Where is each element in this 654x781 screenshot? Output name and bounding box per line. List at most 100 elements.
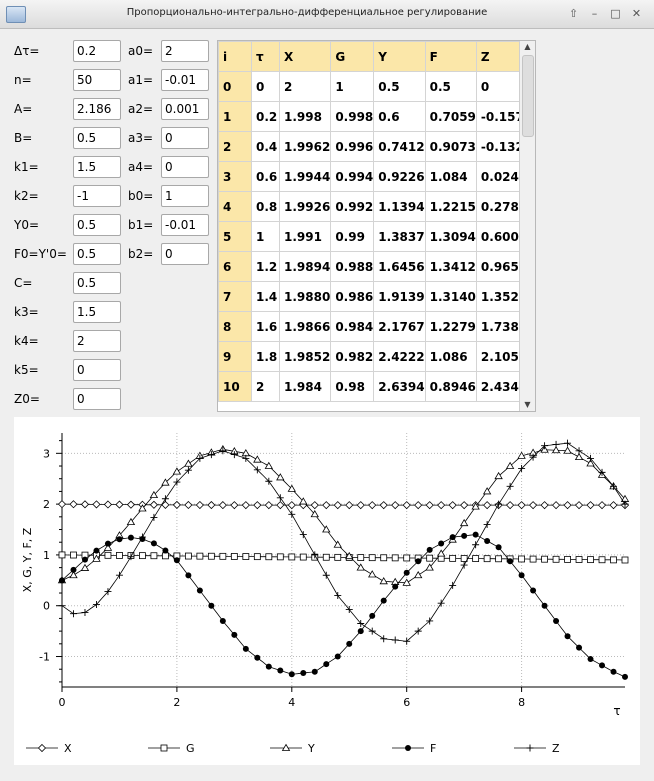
params_right-input[interactable]: 1 [161,185,209,207]
table-cell[interactable]: 0.4 [251,131,280,162]
table-cell[interactable]: 1.9880 [278,281,332,312]
column-header[interactable]: F [424,41,477,72]
table-cell[interactable]: 0.986 [330,281,375,312]
scroll-up-icon[interactable]: ▲ [520,41,535,53]
params_left-input[interactable]: 0 [73,388,121,410]
table-cell[interactable]: 1.3412 [424,251,477,282]
table-scrollbar[interactable]: ▲ ▼ [519,41,535,411]
table-cell[interactable]: 1.1394 [373,191,426,222]
table-cell[interactable]: 1.3140 [424,281,477,312]
table-cell[interactable]: 0.9226 [373,161,426,192]
table-cell[interactable]: 0.2 [251,101,280,132]
table-cell[interactable]: 1.9139 [373,281,426,312]
params_left-input[interactable]: 0.5 [73,214,121,236]
table-cell[interactable]: 1.8 [251,341,280,372]
params_right-input[interactable]: 0 [161,156,209,178]
table-cell[interactable]: 1.2279 [424,311,477,342]
row-index-cell[interactable]: 3 [218,161,252,192]
table-cell[interactable]: 1.2 [251,251,280,282]
table-cell[interactable]: 1 [251,221,280,252]
row-index-cell[interactable]: 2 [218,131,252,162]
params_left-input[interactable]: 50 [73,69,121,91]
params_left-input[interactable]: 1.5 [73,156,121,178]
table-cell[interactable]: 1.3094 [424,221,477,252]
column-header[interactable]: τ [251,41,280,72]
table-cell[interactable]: 0.7059 [424,101,477,132]
params_left-input[interactable]: 0.2 [73,40,121,62]
close-button[interactable]: ✕ [629,6,644,21]
minimize-button[interactable]: – [587,6,602,21]
table-cell[interactable]: 0.8 [251,191,280,222]
table-cell[interactable]: 1.9894 [278,251,332,282]
table-cell[interactable]: 1.9944 [278,161,332,192]
table-cell[interactable]: 1.9866 [278,311,332,342]
params_left-input[interactable]: 0.5 [73,127,121,149]
table-cell[interactable]: 0.984 [330,311,375,342]
table-cell[interactable]: 0.982 [330,341,375,372]
table-cell[interactable]: 1.991 [278,221,332,252]
params_left-input[interactable]: 0 [73,359,121,381]
params_left-input[interactable]: 2 [73,330,121,352]
table-cell[interactable]: 1.9962 [278,131,332,162]
params_right-input[interactable]: 2 [161,40,209,62]
params_right-input[interactable]: -0.01 [161,214,209,236]
table-cell[interactable]: 0.8946 [424,371,477,402]
table-cell[interactable]: 1.3837 [373,221,426,252]
table-cell[interactable]: 0.99 [330,221,375,252]
table-cell[interactable]: 1.6 [251,311,280,342]
row-index-cell[interactable]: 5 [218,221,252,252]
row-index-cell[interactable]: 9 [218,341,252,372]
table-cell[interactable]: 0.6 [251,161,280,192]
table-cell[interactable]: 1.4 [251,281,280,312]
scrollbar-thumb[interactable] [522,55,534,137]
maximize-button[interactable]: □ [608,6,623,21]
table-cell[interactable]: 2 [251,371,280,402]
table-cell[interactable]: 0.9073 [424,131,477,162]
table-cell[interactable]: 1.2215 [424,191,477,222]
params_right-input[interactable]: 0 [161,243,209,265]
params_left-input[interactable]: 0.5 [73,272,121,294]
column-header[interactable]: i [218,41,252,72]
table-cell[interactable]: 1.9852 [278,341,332,372]
table-cell[interactable]: 0.992 [330,191,375,222]
params_left-input[interactable]: 2.186 [73,98,121,120]
params_right-input[interactable]: -0.01 [161,69,209,91]
table-cell[interactable]: 1.6456 [373,251,426,282]
table-cell[interactable]: 0.996 [330,131,375,162]
table-cell[interactable]: 1.086 [424,341,477,372]
row-index-cell[interactable]: 6 [218,251,252,282]
table-cell[interactable]: 0.994 [330,161,375,192]
table-cell[interactable]: 0.988 [330,251,375,282]
params_right-input[interactable]: 0.001 [161,98,209,120]
column-header[interactable]: X [278,41,332,72]
table-cell[interactable]: 0.5 [373,71,426,102]
table-cell[interactable]: 2.1767 [373,311,426,342]
table-cell[interactable]: 2 [278,71,332,102]
column-header[interactable]: G [330,41,375,72]
table-cell[interactable]: 1.984 [278,371,332,402]
params_left-input[interactable]: 0.5 [73,243,121,265]
row-index-cell[interactable]: 1 [218,101,252,132]
table-cell[interactable]: 1.084 [424,161,477,192]
table-cell[interactable]: 0.5 [424,71,477,102]
table-cell[interactable]: 0.98 [330,371,375,402]
row-index-cell[interactable]: 4 [218,191,252,222]
table-cell[interactable]: 0 [251,71,280,102]
table-cell[interactable]: 0.7412 [373,131,426,162]
table-cell[interactable]: 1 [330,71,375,102]
table-cell[interactable]: 0.998 [330,101,375,132]
shade-button[interactable]: ⇧ [566,6,581,21]
table-cell[interactable]: 2.4222 [373,341,426,372]
row-index-cell[interactable]: 10 [218,371,252,402]
column-header[interactable]: Y [373,41,426,72]
params_right-input[interactable]: 0 [161,127,209,149]
params_left-input[interactable]: 1.5 [73,301,121,323]
table-cell[interactable]: 1.998 [278,101,332,132]
table-cell[interactable]: 1.9926 [278,191,332,222]
table-cell[interactable]: 0.6 [373,101,426,132]
table-cell[interactable]: 2.6394 [373,371,426,402]
row-index-cell[interactable]: 8 [218,311,252,342]
scroll-down-icon[interactable]: ▼ [520,399,535,411]
params_left-input[interactable]: -1 [73,185,121,207]
row-index-cell[interactable]: 0 [218,71,252,102]
